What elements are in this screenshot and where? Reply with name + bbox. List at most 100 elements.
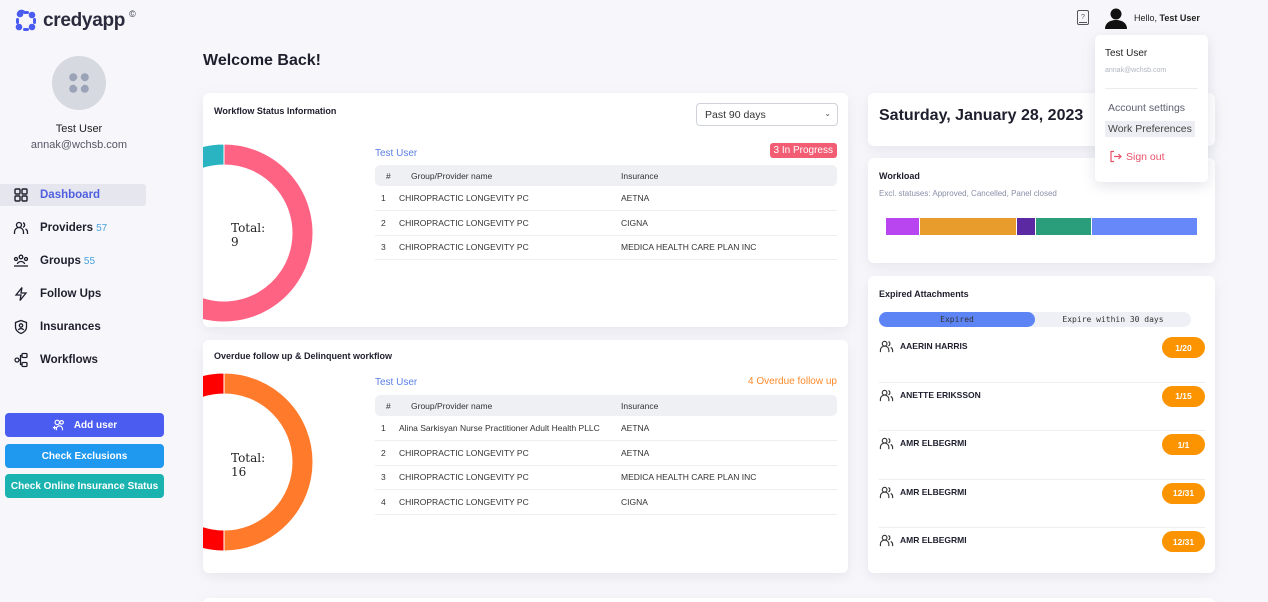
table-row[interactable]: 1 CHIROPRACTIC LONGEVITY PC AETNA xyxy=(375,186,837,211)
workload-segment[interactable] xyxy=(1091,218,1198,235)
workflow-status-card: Workflow Status Information Past 90 days… xyxy=(203,93,848,327)
workload-title: Workload xyxy=(879,171,920,181)
sidebar-item-insurances[interactable]: Insurances xyxy=(0,316,150,338)
workload-segment[interactable] xyxy=(1035,218,1092,235)
row-index: 3 xyxy=(375,235,399,260)
workload-segment[interactable] xyxy=(886,218,921,235)
overdue-workflow-card: Overdue follow up & Delinquent workflow … xyxy=(203,340,848,573)
sign-out-icon xyxy=(1110,150,1122,163)
column-header: Insurance xyxy=(621,400,659,411)
table-row[interactable]: 1 Alina Sarkisyan Nurse Practitioner Adul… xyxy=(375,416,837,441)
workflow-donut-total: Total: 9 xyxy=(231,221,265,249)
sidebar-item-workflows[interactable]: Workflows xyxy=(0,349,150,371)
column-header: # xyxy=(386,170,391,181)
expiry-date-badge: 1/20 xyxy=(1162,337,1205,358)
row-insurance: CIGNA xyxy=(621,489,837,515)
lightning-icon xyxy=(14,287,28,301)
expiry-date-badge: 12/31 xyxy=(1162,482,1205,504)
check-exclusions-button[interactable]: Check Exclusions xyxy=(5,444,164,468)
current-date: Saturday, January 28, 2023 xyxy=(879,107,1084,124)
check-online-insurance-status-button[interactable]: Check Online Insurance Status xyxy=(5,474,164,498)
overdue-workflow-title: Overdue follow up & Delinquent workflow xyxy=(214,351,393,361)
total-label: Total: xyxy=(231,451,266,465)
app-logo[interactable]: credyapp © xyxy=(13,8,136,34)
list-item[interactable]: AAERIN HARRIS 1/20 xyxy=(879,334,1205,383)
sidebar-user-name: Test User xyxy=(55,123,103,135)
column-header: Group/Provider name xyxy=(411,170,493,181)
in-progress-badge[interactable]: 3 In Progress xyxy=(769,143,837,158)
row-index: 4 xyxy=(375,489,399,515)
workflow-status-title: Workflow Status Information xyxy=(214,106,337,116)
table-row[interactable]: 3 CHIROPRACTIC LONGEVITY PC MEDICA HEALTH … xyxy=(375,235,837,260)
row-provider-name: CHIROPRACTIC LONGEVITY PC xyxy=(399,465,621,490)
table-row[interactable]: 4 CHIROPRACTIC LONGEVITY PC CIGNA xyxy=(375,489,837,515)
donut-slice[interactable] xyxy=(203,143,225,181)
row-insurance: MEDICA HEALTH CARE PLAN INC xyxy=(621,235,837,260)
work-preferences-menu-item[interactable]: Work Preferences xyxy=(1105,121,1195,137)
list-item[interactable]: ANETTE ERIKSSON 1/15 xyxy=(879,383,1205,431)
workload-subtitle: Excl. statuses: Approved, Cancelled, Pan… xyxy=(879,189,1057,198)
row-provider-name: CHIROPRACTIC LONGEVITY PC xyxy=(399,440,621,466)
sidebar-item-providers[interactable]: Providers 57 xyxy=(0,217,150,239)
expired-attachments-card: Expired Attachments Expired Expire withi… xyxy=(868,276,1215,573)
list-item[interactable]: AMR ELBEGRMI 12/31 xyxy=(879,528,1205,577)
workflow-icon xyxy=(14,352,28,368)
add-user-button[interactable]: Add user xyxy=(5,413,164,437)
row-provider-name: Alina Sarkisyan Nurse Practitioner Adult… xyxy=(399,416,621,441)
period-select[interactable]: Past 90 days ⌄ xyxy=(696,103,838,126)
greeting-user-name: Test User xyxy=(1159,13,1200,23)
help-book-icon[interactable]: ? xyxy=(1077,10,1089,25)
total-label: Total: xyxy=(231,221,266,235)
sidebar-item-label: Insurances xyxy=(40,321,101,333)
table-row[interactable]: 2 CHIROPRACTIC LONGEVITY PC CIGNA xyxy=(375,210,837,236)
expired-tabs: Expired Expire within 30 days xyxy=(879,312,1191,327)
workload-segment[interactable] xyxy=(1017,218,1036,235)
tab-expired[interactable]: Expired xyxy=(879,312,1035,327)
avatar[interactable] xyxy=(52,56,106,110)
users-icon xyxy=(879,486,894,498)
sidebar-item-label: Providers xyxy=(40,222,94,234)
add-user-icon xyxy=(52,419,64,431)
table-user-label[interactable]: Test User xyxy=(375,143,837,165)
overdue-table-section: Test User 4 Overdue follow up # Group/Pr… xyxy=(375,375,837,515)
row-provider-name: CHIROPRACTIC LONGEVITY PC xyxy=(399,235,621,260)
sidebar-item-label: Workflows xyxy=(40,354,98,366)
sidebar-item-dashboard[interactable]: Dashboard xyxy=(0,184,146,206)
row-provider-name: CHIROPRACTIC LONGEVITY PC xyxy=(399,210,621,236)
attachment-owner-name: AMR ELBEGRMI xyxy=(900,535,967,545)
period-select-value: Past 90 days xyxy=(705,108,766,121)
table-row[interactable]: 2 CHIROPRACTIC LONGEVITY PC AETNA xyxy=(375,440,837,466)
sidebar-item-groups[interactable]: Groups 55 xyxy=(0,250,150,272)
account-settings-menu-item[interactable]: Account settings xyxy=(1105,100,1188,116)
dashboard-grid-icon xyxy=(14,188,28,202)
bottom-card xyxy=(203,598,1215,602)
users-icon xyxy=(879,534,894,547)
overdue-count-badge[interactable]: 4 Overdue follow up xyxy=(748,376,837,387)
sign-out-menu-item[interactable]: Sign out xyxy=(1109,150,1165,163)
sign-out-label: Sign out xyxy=(1126,150,1165,163)
dropdown-user-email: annak@wchsb.com xyxy=(1105,67,1167,74)
sidebar-item-follow-ups[interactable]: Follow Ups xyxy=(0,283,150,305)
row-insurance: CIGNA xyxy=(621,210,837,236)
expiry-date-badge: 12/31 xyxy=(1162,531,1205,552)
table-header-row: # Group/Provider name Insurance xyxy=(375,395,837,416)
attachment-owner-name: AMR ELBEGRMI xyxy=(900,438,967,448)
total-value: 9 xyxy=(231,235,239,249)
row-insurance: MEDICA HEALTH CARE PLAN INC xyxy=(621,465,837,490)
add-user-label: Add user xyxy=(73,419,118,431)
workflow-table-section: Test User 3 In Progress # Group/Provider… xyxy=(375,143,837,260)
user-avatar-icon[interactable] xyxy=(1104,7,1128,29)
list-item[interactable]: AMR ELBEGRMI 1/1 xyxy=(879,431,1205,480)
workflow-table: # Group/Provider name Insurance 1 CHIROPR… xyxy=(375,165,837,260)
tab-expire-within-30-days[interactable]: Expire within 30 days xyxy=(1035,312,1191,327)
list-item[interactable]: AMR ELBEGRMI 12/31 xyxy=(879,480,1205,528)
overdue-donut-total: Total: 16 xyxy=(231,451,265,479)
avatar-placeholder-icon xyxy=(69,73,89,93)
attachment-owner-name: ANETTE ERIKSSON xyxy=(900,389,981,400)
workload-segment[interactable] xyxy=(920,218,1018,235)
expired-attachments-title: Expired Attachments xyxy=(879,289,969,299)
table-row[interactable]: 3 CHIROPRACTIC LONGEVITY PC MEDICA HEALTH … xyxy=(375,465,837,490)
greeting[interactable]: Hello, Test User xyxy=(1134,13,1200,23)
column-header: Group/Provider name xyxy=(411,400,493,411)
donut-slice[interactable] xyxy=(203,372,225,552)
